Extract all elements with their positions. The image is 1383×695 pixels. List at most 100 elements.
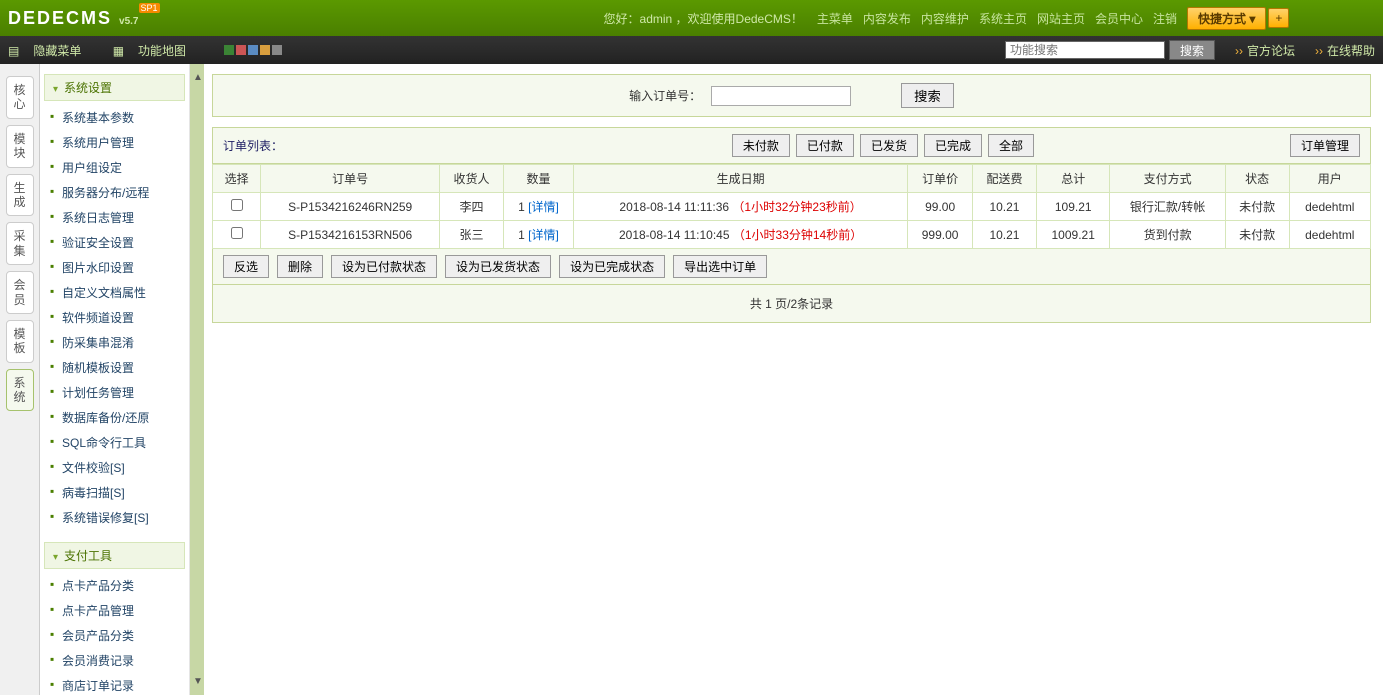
sidebar-item[interactable]: 验证安全设置 (44, 230, 185, 255)
search-order-button[interactable]: 搜索 (901, 83, 954, 108)
qty: 1 [详情] (504, 193, 574, 221)
sidebar-item[interactable]: 随机模板设置 (44, 355, 185, 380)
swatch-green[interactable] (224, 45, 234, 55)
bulk-action-button[interactable]: 设为已付款状态 (331, 255, 437, 278)
sidebar-item[interactable]: 点卡产品分类 (44, 573, 185, 598)
sidebar-item[interactable]: 商店订单记录 (44, 673, 185, 695)
paytype: 银行汇款/转帐 (1110, 193, 1225, 221)
quick-add-button[interactable]: + (1268, 8, 1289, 28)
function-search-button[interactable]: 搜索 (1169, 40, 1215, 60)
filter-paid-button[interactable]: 已付款 (796, 134, 854, 157)
sidebar-item[interactable]: 会员产品分类 (44, 623, 185, 648)
bulk-action-button[interactable]: 反选 (223, 255, 269, 278)
topnav-maintain[interactable]: 内容维护 (921, 10, 969, 27)
column-header: 订单号 (261, 165, 440, 193)
sidebar-item[interactable]: 系统基本参数 (44, 105, 185, 130)
topnav-syshome[interactable]: 系统主页 (979, 10, 1027, 27)
sidebar-item[interactable]: 系统日志管理 (44, 205, 185, 230)
filter-all-button[interactable]: 全部 (988, 134, 1034, 157)
main-area: 核心 模块 生成 采集 会员 模板 系统 系统设置 系统基本参数系统用户管理用户… (0, 64, 1383, 695)
vertical-tabs: 核心 模块 生成 采集 会员 模板 系统 (0, 64, 40, 695)
bulk-action-button[interactable]: 删除 (277, 255, 323, 278)
swatch-blue[interactable] (248, 45, 258, 55)
sidebar-item[interactable]: 服务器分布/远程 (44, 180, 185, 205)
swatch-red[interactable] (236, 45, 246, 55)
sidebar-item[interactable]: 病毒扫描[S] (44, 480, 185, 505)
sidebar-item[interactable]: 软件频道设置 (44, 305, 185, 330)
bulk-action-button[interactable]: 设为已发货状态 (445, 255, 551, 278)
search-panel: 输入订单号： 搜索 (212, 74, 1371, 117)
topnav-sitehome[interactable]: 网站主页 (1037, 10, 1085, 27)
paytype: 货到付款 (1110, 221, 1225, 249)
hide-menu-button[interactable]: ▤隐藏菜单 (8, 44, 95, 58)
vtab-gen[interactable]: 生成 (6, 174, 34, 217)
vtab-collect[interactable]: 采集 (6, 222, 34, 265)
column-header: 状态 (1225, 165, 1289, 193)
list-title: 订单列表： (223, 137, 283, 154)
total: 109.21 (1036, 193, 1110, 221)
qty: 1 [详情] (504, 221, 574, 249)
sidebar-item[interactable]: 自定义文档属性 (44, 280, 185, 305)
vtab-system[interactable]: 系统 (6, 369, 34, 412)
sidebar-header-system[interactable]: 系统设置 (44, 74, 185, 101)
ship: 10.21 (973, 221, 1037, 249)
top-nav: 主菜单 内容发布 内容维护 系统主页 网站主页 会员中心 注销 (817, 10, 1177, 27)
online-help-link[interactable]: ››在线帮助 (1315, 42, 1375, 59)
vtab-template[interactable]: 模板 (6, 320, 34, 363)
order-no: S-P1534216153RN506 (261, 221, 440, 249)
splitter-up-icon[interactable]: ▲ (193, 72, 203, 83)
splitter-down-icon[interactable]: ▼ (193, 676, 203, 687)
sidebar-item[interactable]: 系统错误修复[S] (44, 505, 185, 530)
sidebar-item[interactable]: 防采集串混淆 (44, 330, 185, 355)
row-checkbox[interactable] (231, 227, 243, 239)
toolbar: ▤隐藏菜单 ▦功能地图 搜索 ››官方论坛 ››在线帮助 (0, 36, 1383, 64)
sidebar-item[interactable]: 系统用户管理 (44, 130, 185, 155)
sidebar-header-pay[interactable]: 支付工具 (44, 542, 185, 569)
topnav-member[interactable]: 会员中心 (1095, 10, 1143, 27)
pager: 共 1 页/2条记录 (212, 285, 1371, 323)
row-checkbox[interactable] (231, 199, 243, 211)
order-number-input[interactable] (711, 86, 851, 106)
sidebar-item[interactable]: 图片水印设置 (44, 255, 185, 280)
function-search-input[interactable] (1005, 41, 1165, 59)
topnav-logout[interactable]: 注销 (1153, 10, 1177, 27)
function-map-button[interactable]: ▦功能地图 (113, 44, 200, 58)
status: 未付款 (1225, 221, 1289, 249)
detail-link[interactable]: [详情] (528, 200, 559, 214)
sidebar-item[interactable]: 计划任务管理 (44, 380, 185, 405)
bulk-action-button[interactable]: 导出选中订单 (673, 255, 767, 278)
sidebar-item[interactable]: SQL命令行工具 (44, 430, 185, 455)
total: 1009.21 (1036, 221, 1110, 249)
toolbar-search: 搜索 (1005, 40, 1215, 60)
vtab-member[interactable]: 会员 (6, 271, 34, 314)
sidebar-item[interactable]: 点卡产品管理 (44, 598, 185, 623)
sidebar-item[interactable]: 用户组设定 (44, 155, 185, 180)
topnav-publish[interactable]: 内容发布 (863, 10, 911, 27)
vtab-module[interactable]: 模块 (6, 125, 34, 168)
price: 999.00 (908, 221, 973, 249)
filter-unpaid-button[interactable]: 未付款 (732, 134, 790, 157)
column-header: 生成日期 (574, 165, 908, 193)
sidebar-item[interactable]: 文件校验[S] (44, 455, 185, 480)
topnav-main[interactable]: 主菜单 (817, 10, 853, 27)
bulk-action-button[interactable]: 设为已完成状态 (559, 255, 665, 278)
sidebar-item[interactable]: 数据库备份/还原 (44, 405, 185, 430)
column-header: 用户 (1289, 165, 1370, 193)
swatch-orange[interactable] (260, 45, 270, 55)
filter-shipped-button[interactable]: 已发货 (860, 134, 918, 157)
order-manage-button[interactable]: 订单管理 (1290, 134, 1360, 157)
splitter[interactable]: ▲ ▼ (190, 64, 204, 695)
theme-swatches (224, 45, 282, 55)
table-row: S-P1534216153RN506张三1 [详情]2018-08-14 11:… (213, 221, 1371, 249)
vtab-core[interactable]: 核心 (6, 76, 34, 119)
official-forum-link[interactable]: ››官方论坛 (1235, 42, 1295, 59)
detail-link[interactable]: [详情] (528, 228, 559, 242)
user: dedehtml (1289, 221, 1370, 249)
sidebar-item[interactable]: 会员消费记录 (44, 648, 185, 673)
filter-done-button[interactable]: 已完成 (924, 134, 982, 157)
quick-access-button[interactable]: 快捷方式 ▾ (1187, 7, 1266, 30)
content-panel: 输入订单号： 搜索 订单列表： 未付款 已付款 已发货 已完成 全部 订单管理 … (204, 64, 1383, 695)
column-header: 收货人 (440, 165, 504, 193)
swatch-gray[interactable] (272, 45, 282, 55)
order-input-label: 输入订单号： (629, 87, 701, 104)
